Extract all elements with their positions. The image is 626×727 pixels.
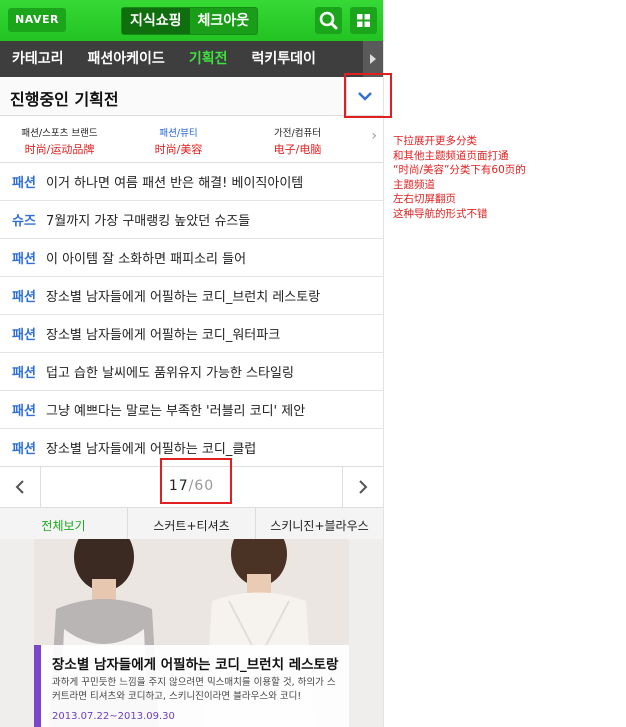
search-icon (319, 11, 338, 30)
category-tabs: 패션/스포츠 브랜드 时尚/运动品牌 패션/뷰티 时尚/美容 가전/컴퓨터 电子… (0, 116, 383, 163)
category-label: 패션/뷰티 (159, 128, 198, 139)
category-translation: 时尚/运动品牌 (24, 143, 95, 156)
annotation-note: 下拉展开更多分类 和其他主题频道页面打通 “时尚/美容”分类下有60页的 主题频… (393, 134, 526, 221)
chevron-right-icon (359, 480, 368, 494)
category-label: 패션/스포츠 브랜드 (21, 128, 98, 139)
grid-icon (357, 14, 370, 27)
nav-item-fashion-arcade[interactable]: 패션아케이드 (76, 41, 177, 77)
chevron-right-icon[interactable]: › (371, 128, 377, 144)
item-title: 장소별 남자들에게 어필하는 코디_클럽 (46, 442, 257, 457)
banner-description: 과하게 꾸민듯한 느낌을 주지 않으려면 믹스매치를 이용할 것, 하의가 스커… (52, 677, 336, 702)
banner-date: 2013.07.22~2013.09.30 (52, 711, 175, 722)
item-tag: 패션 (12, 290, 36, 305)
service-switch: 지식쇼핑 체크아웃 (121, 7, 259, 35)
tab-electronics-computer[interactable]: 가전/컴퓨터 电子/电脑 (238, 116, 357, 162)
item-title: 이거 하나면 여름 패션 반은 해결! 베이직아이템 (46, 176, 304, 191)
item-tag: 패션 (12, 442, 36, 457)
section-title: 진행중인 기획전 (10, 90, 119, 109)
annotation-line: 主题频道 (393, 178, 435, 191)
item-title: 장소별 남자들에게 어필하는 코디_브런치 레스토랑 (46, 290, 321, 305)
annotation-line: 左右切屏翻页 (393, 193, 456, 205)
mobile-screen: NAVER 지식쇼핑 체크아웃 카테고리 패션아케이드 기획전 럭키투데이 진행… (0, 0, 384, 727)
tab-fashion-sports-brand[interactable]: 패션/스포츠 브랜드 时尚/运动品牌 (0, 116, 119, 162)
annotation-line: 和其他主题频道页面打通 (393, 149, 509, 162)
section-header: 진행중인 기획전 (0, 77, 383, 116)
item-title: 7월까지 가장 구매랭킹 높았던 슈즈들 (46, 214, 251, 229)
nav-item-category[interactable]: 카테고리 (0, 41, 76, 77)
highlight-box-pager (160, 458, 232, 504)
nav-more-button[interactable] (363, 41, 383, 77)
naver-logo[interactable]: NAVER (8, 8, 66, 32)
tab-knowledge-shopping[interactable]: 지식쇼핑 (122, 8, 190, 34)
item-tag: 패션 (12, 176, 36, 191)
list-item[interactable]: 패션 장소별 남자들에게 어필하는 코디_워터파크 (0, 315, 383, 353)
category-label: 가전/컴퓨터 (274, 128, 321, 139)
chevron-right-icon (370, 54, 376, 64)
menu-grid-button[interactable] (350, 7, 377, 34)
category-translation: 时尚/美容 (154, 143, 203, 156)
next-page-button[interactable] (342, 467, 383, 507)
tab-checkout[interactable]: 체크아웃 (190, 8, 258, 34)
list-item[interactable]: 패션 덥고 습한 날씨에도 품위유지 가능한 스타일링 (0, 353, 383, 391)
item-title: 이 아이템 잘 소화하면 패피소리 들어 (46, 252, 247, 267)
main-nav: 카테고리 패션아케이드 기획전 럭키투데이 (0, 41, 383, 77)
item-title: 덥고 습한 날씨에도 품위유지 가능한 스타일링 (46, 366, 294, 381)
annotation-line: “时尚/美容”分类下有60页的 (393, 164, 526, 176)
list-item[interactable]: 패션 이거 하나면 여름 패션 반은 해결! 베이직아이템 (0, 163, 383, 201)
item-title: 그냥 예쁘다는 말로는 부족한 '러블리 코디' 제안 (46, 404, 306, 419)
item-title: 장소별 남자들에게 어필하는 코디_워터파크 (46, 328, 281, 343)
item-tag: 패션 (12, 328, 36, 343)
category-translation: 电子/电脑 (273, 143, 322, 156)
banner-title: 장소별 남자들에게 어필하는 코디_브런치 레스토랑 (52, 657, 339, 673)
item-tag: 슈즈 (12, 214, 36, 229)
tab-fashion-beauty[interactable]: 패션/뷰티 时尚/美容 (119, 116, 238, 162)
top-bar: NAVER 지식쇼핑 체크아웃 (0, 0, 383, 41)
item-tag: 패션 (12, 366, 36, 381)
search-button[interactable] (315, 7, 342, 34)
list-item[interactable]: 패션 이 아이템 잘 소화하면 패피소리 들어 (0, 239, 383, 277)
banner-caption: 장소별 남자들에게 어필하는 코디_브런치 레스토랑 과하게 꾸민듯한 느낌을 … (34, 645, 349, 727)
list-item[interactable]: 슈즈 7월까지 가장 구매랭킹 높았던 슈즈들 (0, 201, 383, 239)
nav-item-lucky-today[interactable]: 럭키투데이 (239, 41, 327, 77)
highlight-box-dropdown (344, 73, 392, 118)
item-tag: 패션 (12, 252, 36, 267)
list-item[interactable]: 패션 장소별 남자들에게 어필하는 코디_브런치 레스토랑 (0, 277, 383, 315)
list-item[interactable]: 패션 그냥 예쁘다는 말로는 부족한 '러블리 코디' 제안 (0, 391, 383, 429)
nav-item-special-exhibition[interactable]: 기획전 (177, 41, 240, 77)
annotation-line: 下拉展开更多分类 (393, 135, 477, 147)
item-tag: 패션 (12, 404, 36, 419)
exhibition-list: 패션 이거 하나면 여름 패션 반은 해결! 베이직아이템 슈즈 7월까지 가장 구… (0, 163, 383, 466)
featured-banner[interactable]: 장소별 남자들에게 어필하는 코디_브런치 레스토랑 과하게 꾸민듯한 느낌을 … (0, 539, 383, 727)
accent-bar (34, 645, 41, 727)
annotation-line: 这种导航的形式不错 (393, 207, 488, 220)
